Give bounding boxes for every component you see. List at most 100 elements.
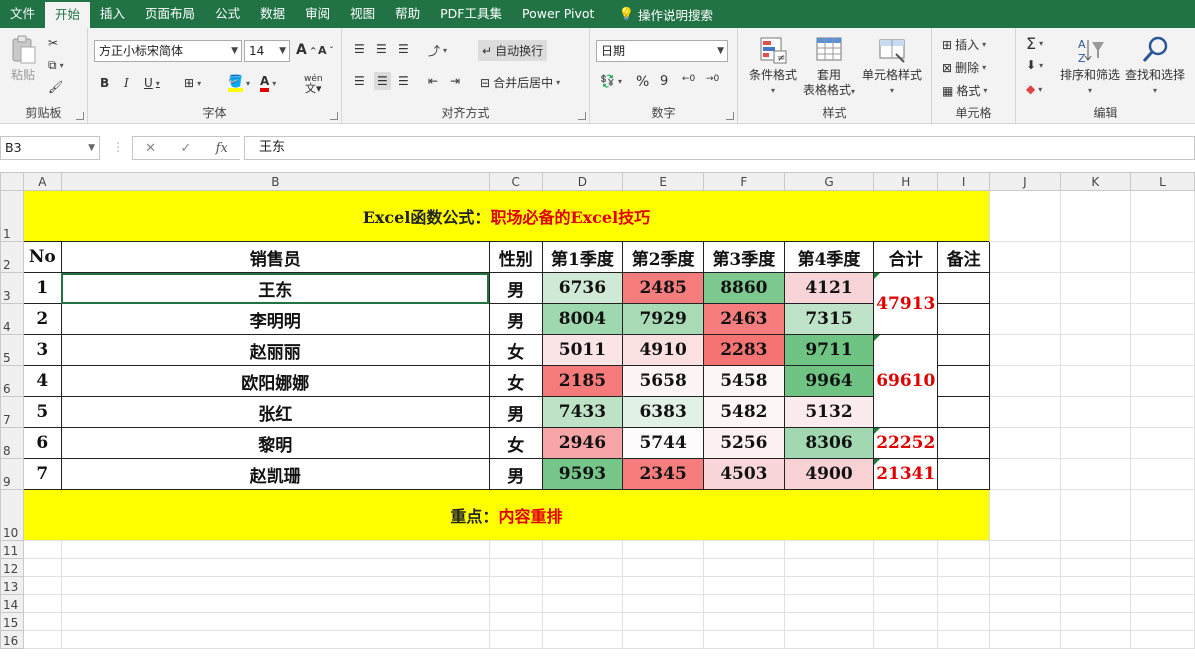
empty-cell[interactable] <box>874 541 938 559</box>
empty-cell[interactable] <box>542 613 623 631</box>
empty-cell[interactable] <box>542 595 623 613</box>
header-cell[interactable]: 备注 <box>938 242 990 273</box>
alignment-launcher-icon[interactable] <box>578 112 586 120</box>
paste-button[interactable]: 粘贴 <box>4 34 42 83</box>
empty-cell[interactable] <box>623 595 704 613</box>
empty-cell[interactable] <box>489 595 542 613</box>
font-name-select[interactable]: 方正小标宋简体▼ <box>94 40 242 62</box>
empty-cell[interactable] <box>989 428 1060 459</box>
quarter-value-cell[interactable]: 2946 <box>542 428 623 459</box>
remark-cell[interactable] <box>938 335 990 366</box>
empty-cell[interactable] <box>1060 613 1130 631</box>
empty-cell[interactable] <box>989 366 1060 397</box>
empty-cell[interactable] <box>23 595 61 613</box>
gender-cell[interactable]: 女 <box>489 366 542 397</box>
row-header[interactable]: 11 <box>1 541 24 559</box>
header-cell[interactable]: 第1季度 <box>542 242 623 273</box>
quarter-value-cell[interactable]: 4900 <box>784 459 874 490</box>
row-header[interactable]: 13 <box>1 577 24 595</box>
total-cell[interactable]: 22252 <box>874 428 938 459</box>
autosum-icon[interactable]: Σ▾ <box>1026 34 1043 53</box>
select-all-corner[interactable] <box>1 173 24 191</box>
shrink-font-button[interactable]: Aˇ <box>318 44 334 57</box>
empty-cell[interactable] <box>989 191 1060 242</box>
format-cells-button[interactable]: ▦格式▾ <box>942 82 987 99</box>
quarter-value-cell[interactable]: 2283 <box>704 335 785 366</box>
border-icon[interactable]: ⊞▾ <box>184 76 201 90</box>
remark-cell[interactable] <box>938 304 990 335</box>
row-header[interactable]: 5 <box>1 335 24 366</box>
empty-cell[interactable] <box>1130 366 1194 397</box>
row-header[interactable]: 16 <box>1 631 24 649</box>
align-center-icon[interactable]: ☰ <box>374 72 391 90</box>
conditional-formatting-button[interactable]: ≠ 条件格式 ▾ <box>744 34 802 98</box>
quarter-value-cell[interactable]: 5658 <box>623 366 704 397</box>
footer-cell[interactable]: 重点：内容重排 <box>23 490 989 541</box>
no-cell[interactable]: 4 <box>23 366 61 397</box>
empty-cell[interactable] <box>1130 613 1194 631</box>
empty-cell[interactable] <box>1130 397 1194 428</box>
empty-cell[interactable] <box>1060 366 1130 397</box>
empty-cell[interactable] <box>704 559 785 577</box>
empty-cell[interactable] <box>989 273 1060 304</box>
empty-cell[interactable] <box>704 577 785 595</box>
salesperson-cell[interactable]: 黎明 <box>61 428 489 459</box>
row-header[interactable]: 14 <box>1 595 24 613</box>
cell-styles-button[interactable]: 单元格样式 ▾ <box>860 34 924 98</box>
quarter-value-cell[interactable]: 8004 <box>542 304 623 335</box>
empty-cell[interactable] <box>623 631 704 649</box>
column-header[interactable]: J <box>989 173 1060 191</box>
total-cell[interactable]: 47913 <box>874 273 938 335</box>
row-header[interactable]: 4 <box>1 304 24 335</box>
header-cell[interactable]: 第3季度 <box>704 242 785 273</box>
remark-cell[interactable] <box>938 366 990 397</box>
empty-cell[interactable] <box>23 613 61 631</box>
quarter-value-cell[interactable]: 7433 <box>542 397 623 428</box>
quarter-value-cell[interactable]: 5011 <box>542 335 623 366</box>
empty-cell[interactable] <box>1130 559 1194 577</box>
quarter-value-cell[interactable]: 5132 <box>784 397 874 428</box>
salesperson-cell[interactable]: 赵丽丽 <box>61 335 489 366</box>
salesperson-cell[interactable]: 王东 <box>61 273 489 304</box>
empty-cell[interactable] <box>989 459 1060 490</box>
font-color-icon[interactable]: A▾ <box>260 74 276 92</box>
quarter-value-cell[interactable]: 2463 <box>704 304 785 335</box>
empty-cell[interactable] <box>989 242 1060 273</box>
column-header[interactable]: E <box>623 173 704 191</box>
empty-cell[interactable] <box>1060 541 1130 559</box>
empty-cell[interactable] <box>989 613 1060 631</box>
fill-icon[interactable]: ⬇▾ <box>1026 58 1043 72</box>
quarter-value-cell[interactable]: 4503 <box>704 459 785 490</box>
copy-icon[interactable]: ⧉▾ <box>48 58 64 73</box>
increase-decimal-icon[interactable]: ←0 <box>682 74 695 84</box>
empty-cell[interactable] <box>1130 577 1194 595</box>
empty-cell[interactable] <box>874 613 938 631</box>
enter-icon[interactable]: ✓ <box>180 141 191 156</box>
percent-button[interactable]: % <box>636 74 649 90</box>
empty-cell[interactable] <box>1060 490 1130 541</box>
accounting-icon[interactable]: 💱▾ <box>600 74 622 88</box>
empty-cell[interactable] <box>784 613 874 631</box>
menu-tab-8[interactable]: 帮助 <box>385 0 430 28</box>
align-middle-icon[interactable]: ☰ <box>376 42 387 56</box>
column-header[interactable]: C <box>489 173 542 191</box>
quarter-value-cell[interactable]: 9964 <box>784 366 874 397</box>
empty-cell[interactable] <box>784 541 874 559</box>
empty-cell[interactable] <box>938 577 990 595</box>
header-cell[interactable]: 合计 <box>874 242 938 273</box>
merge-center-button[interactable]: ⊟合并后居中▾ <box>480 74 560 91</box>
gender-cell[interactable]: 男 <box>489 304 542 335</box>
underline-button[interactable]: U▾ <box>144 76 160 90</box>
empty-cell[interactable] <box>938 613 990 631</box>
decrease-decimal-icon[interactable]: →0 <box>706 74 719 84</box>
empty-cell[interactable] <box>874 559 938 577</box>
wrap-text-button[interactable]: ↵自动换行 <box>478 40 547 61</box>
quarter-value-cell[interactable]: 5482 <box>704 397 785 428</box>
insert-function-button[interactable]: fx <box>216 141 228 156</box>
menu-tab-4[interactable]: 公式 <box>205 0 250 28</box>
comma-button[interactable]: 9 <box>660 74 668 89</box>
increase-indent-icon[interactable]: ⇥ <box>450 74 460 88</box>
delete-cells-button[interactable]: ⊠删除▾ <box>942 59 986 76</box>
clipboard-launcher-icon[interactable] <box>76 112 84 120</box>
header-cell[interactable]: 销售员 <box>61 242 489 273</box>
